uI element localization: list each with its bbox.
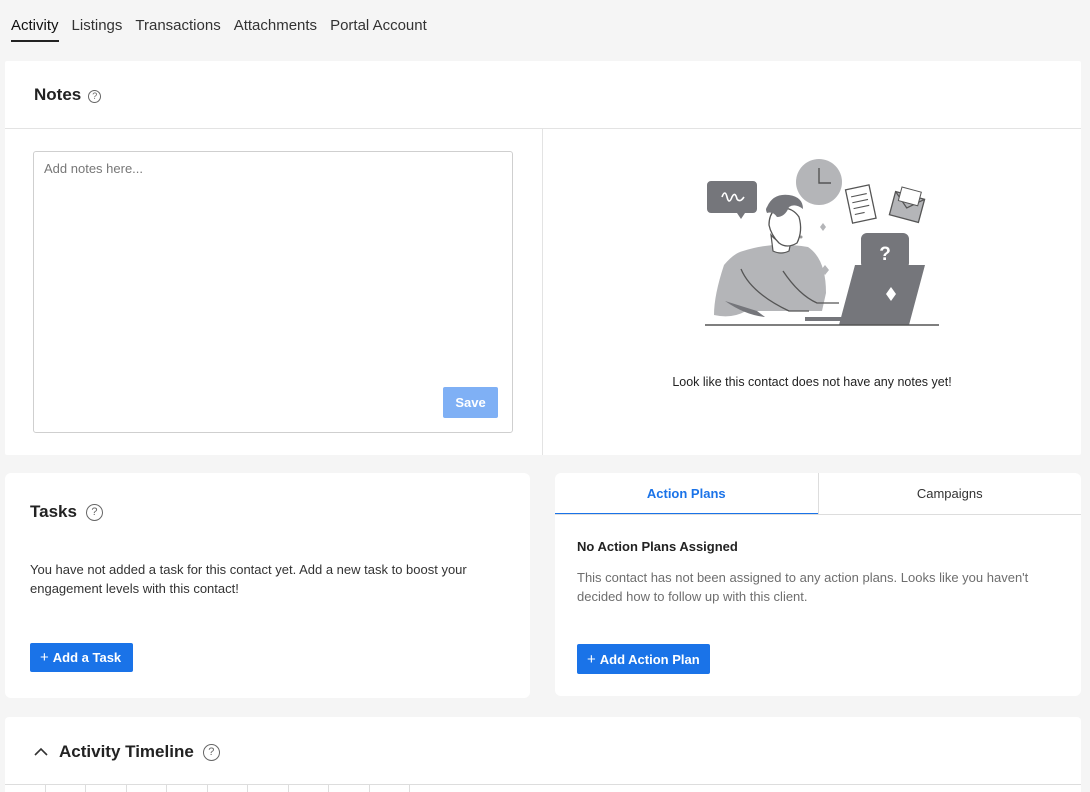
help-icon[interactable]: ? — [202, 743, 220, 761]
tab-listings[interactable]: Listings — [72, 17, 123, 42]
tab-transactions[interactable]: Transactions — [135, 17, 220, 42]
add-action-plan-label: Add Action Plan — [599, 651, 700, 667]
activity-timeline-card: Activity Timeline ? — [5, 717, 1081, 792]
tab-action-plans[interactable]: Action Plans — [555, 473, 818, 514]
add-task-label: Add a Task — [52, 650, 122, 665]
notes-header: Notes ? — [5, 61, 1081, 129]
tab-activity[interactable]: Activity — [11, 17, 59, 42]
notes-title: Notes — [34, 84, 82, 104]
top-tabs: Activity Listings Transactions Attachmen… — [11, 17, 427, 42]
help-icon[interactable]: ? — [85, 503, 103, 521]
notes-input-wrapper: Save — [33, 151, 513, 433]
tab-portal-account[interactable]: Portal Account — [330, 17, 427, 42]
timeline-columns — [5, 784, 410, 792]
add-task-button[interactable]: + Add a Task — [30, 643, 133, 672]
tasks-title-row: Tasks ? — [30, 502, 103, 522]
save-button[interactable]: Save — [443, 387, 498, 418]
plans-tabs: Action Plans Campaigns — [555, 473, 1081, 515]
tab-attachments[interactable]: Attachments — [234, 17, 317, 42]
plus-icon: + — [587, 650, 596, 668]
plans-empty-title: No Action Plans Assigned — [577, 539, 738, 554]
tasks-card: Tasks ? You have not added a task for th… — [5, 473, 530, 698]
action-plans-card: Action Plans Campaigns No Action Plans A… — [555, 473, 1081, 696]
notes-divider — [542, 129, 543, 455]
notes-input[interactable] — [34, 152, 512, 432]
help-icon[interactable]: ? — [88, 89, 102, 103]
svg-text:?: ? — [879, 244, 891, 265]
timeline-title: Activity Timeline — [59, 742, 194, 761]
add-action-plan-button[interactable]: + Add Action Plan — [577, 644, 710, 674]
tab-campaigns[interactable]: Campaigns — [817, 473, 1082, 514]
plans-empty-message: This contact has not been assigned to an… — [577, 570, 1029, 604]
empty-notes-message: Look like this contact does not have any… — [672, 375, 952, 389]
notes-card: Notes ? Save ? — [5, 61, 1081, 455]
no-notes-illustration-icon: ? — [705, 159, 939, 326]
chevron-up-icon[interactable] — [33, 744, 49, 760]
timeline-header[interactable]: Activity Timeline ? — [33, 742, 220, 762]
tasks-empty-message: You have not added a task for this conta… — [30, 562, 467, 596]
plus-icon: + — [40, 649, 49, 666]
tasks-title: Tasks — [30, 502, 77, 521]
